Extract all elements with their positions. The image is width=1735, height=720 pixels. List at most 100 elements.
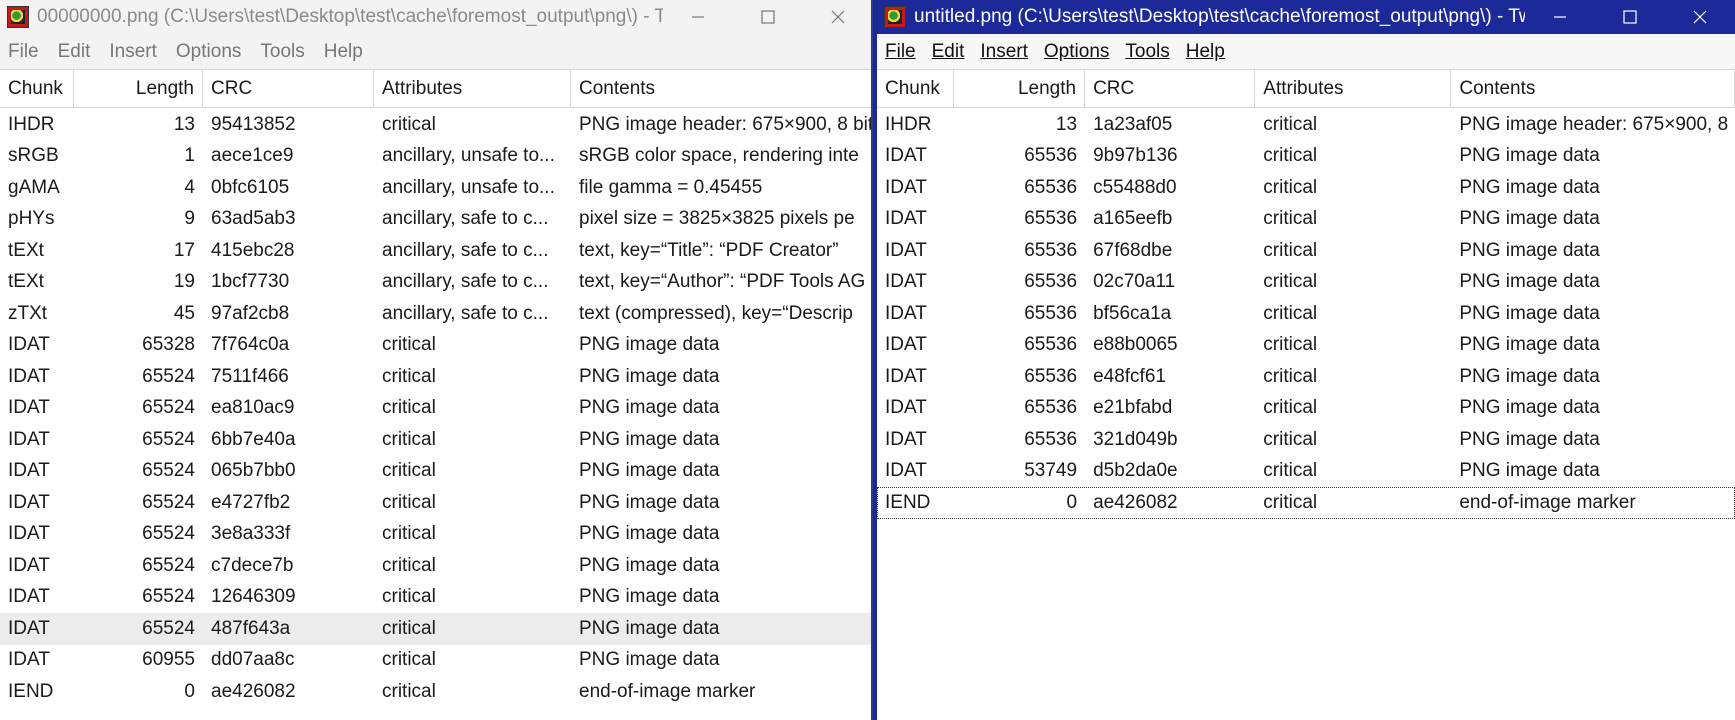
table-row[interactable]: IDAT 65536 e21bfabd critical PNG image data [877, 393, 1735, 425]
menu-insert[interactable]: Insert [972, 41, 1036, 63]
cell-chunk: IHDR [8, 113, 55, 135]
cell-contents: PNG image data [1459, 428, 1600, 450]
menu-edit[interactable]: Edit [50, 41, 102, 63]
table-row[interactable]: IDAT 65536 67f68dbe critical PNG image data [877, 235, 1735, 267]
app-icon[interactable] [884, 6, 906, 28]
column-header-chunk[interactable]: Chunk [877, 70, 954, 108]
table-row[interactable]: IDAT 53749 d5b2da0e critical PNG image data [877, 456, 1735, 488]
cell-attributes: ancillary, safe to c... [382, 239, 549, 261]
cell-length: 53749 [1024, 460, 1078, 482]
column-header-crc[interactable]: CRC [1085, 70, 1256, 108]
cell-attributes: critical [1263, 397, 1318, 419]
table-row[interactable]: pHYs 9 63ad5ab3 ancillary, safe to c... pixe… [0, 204, 873, 236]
menu-options[interactable]: Options [168, 41, 252, 63]
title-bar[interactable]: 00000000.png (C:\Users\test\Desktop\test… [0, 0, 873, 34]
table-row[interactable]: sRGB 1 aece1ce9 ancillary, unsafe to... sRGB… [0, 141, 873, 173]
table-row[interactable]: IEND 0 ae426082 critical end-of-image marker [0, 676, 873, 708]
table-row[interactable]: IDAT 65536 02c70a11 critical PNG image data [877, 267, 1735, 299]
cell-crc: 63ad5ab3 [211, 208, 296, 230]
table-row[interactable]: gAMA 4 0bfc6105 ancillary, unsafe to... file… [0, 172, 873, 204]
minimize-button[interactable] [663, 0, 733, 34]
table-row[interactable]: IDAT 65524 487f643a critical PNG image data [0, 613, 873, 645]
table-row[interactable]: IDAT 65524 12646309 critical PNG image data [0, 582, 873, 614]
cell-crc: 97af2cb8 [211, 302, 290, 324]
table-row[interactable]: IDAT 65536 a165eefb critical PNG image data [877, 204, 1735, 236]
table-row[interactable]: IDAT 65328 7f764c0a critical PNG image data [0, 330, 873, 362]
column-header-length[interactable]: Length [954, 70, 1086, 108]
cell-attributes: critical [1263, 302, 1318, 324]
cell-length: 13 [1055, 113, 1078, 135]
maximize-button[interactable] [733, 0, 803, 34]
table-row[interactable]: IDAT 65524 e4727fb2 critical PNG image data [0, 487, 873, 519]
cell-length: 0 [1066, 491, 1078, 513]
table-row[interactable]: IDAT 65524 6bb7e40a critical PNG image data [0, 424, 873, 456]
table-row[interactable]: IDAT 65524 c7dece7b critical PNG image data [0, 550, 873, 582]
maximize-button[interactable] [1595, 0, 1665, 34]
cell-chunk: IDAT [8, 617, 50, 639]
table-row[interactable]: IEND 0 ae426082 critical end-of-image marker [877, 487, 1735, 519]
table-row[interactable]: tEXt 19 1bcf7730 ancillary, safe to c... tex… [0, 267, 873, 299]
table-row[interactable]: IHDR 13 95413852 critical PNG image header: … [0, 109, 873, 141]
cell-contents: PNG image data [579, 397, 720, 419]
menu-insert[interactable]: Insert [101, 41, 168, 63]
table-row[interactable]: IDAT 65536 bf56ca1a critical PNG image data [877, 298, 1735, 330]
menu-tools[interactable]: Tools [252, 41, 315, 63]
close-icon [1693, 10, 1707, 24]
cell-attributes: critical [1263, 239, 1318, 261]
cell-contents: pixel size = 3825×3825 pixels pe [579, 208, 855, 230]
column-header-contents[interactable]: Contents [571, 70, 873, 108]
close-button[interactable] [1665, 0, 1735, 34]
chunk-table: Chunk Length CRC Attributes Contents IHD… [877, 70, 1735, 519]
column-header-attributes[interactable]: Attributes [374, 70, 571, 108]
table-row[interactable]: tEXt 17 415ebc28 ancillary, safe to c... tex… [0, 235, 873, 267]
table-row[interactable]: IDAT 65536 321d049b critical PNG image data [877, 424, 1735, 456]
minimize-button[interactable] [1525, 0, 1595, 34]
table-row[interactable]: IHDR 13 1a23af05 critical PNG image header: … [877, 109, 1735, 141]
column-header-attributes[interactable]: Attributes [1255, 70, 1452, 108]
table-row[interactable]: zTXt 45 97af2cb8 ancillary, safe to c... tex… [0, 298, 873, 330]
menu-edit[interactable]: Edit [924, 41, 973, 63]
table-row[interactable]: IDAT 65536 e48fcf61 critical PNG image data [877, 361, 1735, 393]
close-button[interactable] [803, 0, 873, 34]
menu-file[interactable]: File [0, 41, 50, 63]
menu-help[interactable]: Help [1178, 41, 1233, 63]
cell-length: 65536 [1024, 176, 1078, 198]
table-row[interactable]: IDAT 65524 7511f466 critical PNG image data [0, 361, 873, 393]
column-header-length[interactable]: Length [74, 70, 203, 108]
table-row[interactable]: IDAT 65536 c55488d0 critical PNG image data [877, 172, 1735, 204]
cell-contents: PNG image data [579, 334, 720, 356]
cell-attributes: critical [382, 586, 436, 608]
cell-length: 65524 [142, 491, 195, 513]
title-bar[interactable]: untitled.png (C:\Users\test\Desktop\test… [877, 0, 1735, 34]
menu-tools[interactable]: Tools [1117, 41, 1177, 63]
table-row[interactable]: IDAT 65524 065b7bb0 critical PNG image data [0, 456, 873, 488]
menu-help[interactable]: Help [316, 41, 374, 63]
cell-chunk: IDAT [885, 460, 927, 482]
cell-attributes: critical [382, 334, 436, 356]
right-window: untitled.png (C:\Users\test\Desktop\test… [873, 0, 1735, 720]
cell-crc: aece1ce9 [211, 145, 294, 167]
cell-crc: 67f68dbe [1093, 239, 1173, 261]
menu-bar: File Edit Insert Options Tools Help [0, 34, 873, 70]
menu-file[interactable]: File [877, 41, 924, 63]
column-header-contents[interactable]: Contents [1451, 70, 1735, 108]
table-row[interactable]: IDAT 60955 dd07aa8c critical PNG image data [0, 645, 873, 677]
cell-crc: 487f643a [211, 617, 291, 639]
cell-length: 65524 [142, 428, 195, 450]
app-icon[interactable] [7, 6, 29, 28]
cell-chunk: IDAT [8, 460, 50, 482]
cell-length: 0 [184, 680, 195, 702]
cell-length: 65536 [1024, 334, 1078, 356]
table-row[interactable]: IDAT 65536 e88b0065 critical PNG image data [877, 330, 1735, 362]
table-row[interactable]: IDAT 65536 9b97b136 critical PNG image data [877, 141, 1735, 173]
cell-contents: PNG image data [1459, 397, 1600, 419]
column-header-chunk[interactable]: Chunk [0, 70, 74, 108]
table-row[interactable]: IDAT 65524 3e8a333f critical PNG image data [0, 519, 873, 551]
cell-length: 65536 [1024, 239, 1078, 261]
column-header-crc[interactable]: CRC [203, 70, 374, 108]
cell-crc: c55488d0 [1093, 176, 1177, 198]
cell-length: 65536 [1024, 208, 1078, 230]
cell-attributes: ancillary, unsafe to... [382, 176, 555, 198]
menu-options[interactable]: Options [1036, 41, 1117, 63]
table-row[interactable]: IDAT 65524 ea810ac9 critical PNG image data [0, 393, 873, 425]
